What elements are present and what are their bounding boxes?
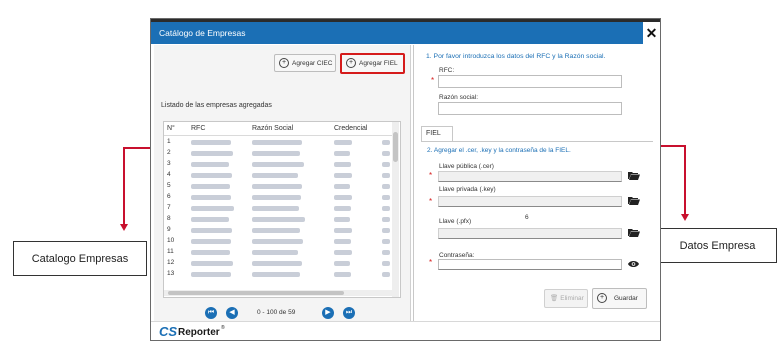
last-page-button[interactable]: ⏭ — [343, 307, 355, 319]
catalogo-empresas-callout: Catalogo Empresas — [13, 241, 147, 276]
guardar-label: Guardar — [614, 295, 638, 302]
right-callout-line-h — [661, 145, 686, 147]
next-page-button[interactable]: ▶ — [322, 307, 334, 319]
eliminar-button[interactable]: 🗑 Eliminar — [544, 289, 588, 308]
llave-publica-input[interactable] — [438, 171, 622, 182]
table-row[interactable]: 4 — [164, 170, 392, 181]
catalogo-empresas-window: Catálogo de Empresas ✕ + Agregar CIEC + Ag… — [150, 18, 661, 341]
table-row[interactable]: 2 — [164, 148, 392, 159]
datos-empresa-panel: 1. Por favor introduzca los datos del RF… — [413, 45, 658, 321]
agregar-ciec-label: Agregar CIEC — [292, 60, 333, 67]
llave-privada-label: Llave privada (.key) — [439, 186, 496, 193]
agregar-ciec-button[interactable]: + Agregar CIEC — [274, 54, 336, 72]
step1-instruction: 1. Por favor introduzca los datos del RF… — [426, 53, 606, 60]
required-asterisk: * — [429, 171, 433, 180]
table-row[interactable]: 5 — [164, 181, 392, 192]
left-callout-line-h — [123, 147, 151, 149]
folder-open-icon[interactable] — [628, 171, 640, 180]
agregar-fiel-label: Agregar FIEL — [359, 60, 398, 67]
contrasena-label: Contraseña: — [439, 252, 475, 259]
eye-icon[interactable] — [628, 260, 639, 268]
agregar-fiel-button[interactable]: + Agregar FIEL — [340, 53, 405, 74]
folder-open-icon[interactable] — [628, 228, 640, 237]
table-row[interactable]: 10 — [164, 236, 392, 247]
col-header-credencial: Credencial — [334, 125, 368, 132]
table-row[interactable]: 12 — [164, 258, 392, 269]
required-asterisk: * — [429, 197, 433, 206]
table-row[interactable]: 6 — [164, 192, 392, 203]
table-row[interactable]: 11 — [164, 247, 392, 258]
trash-icon: 🗑 — [550, 295, 559, 302]
right-callout-arrowhead — [681, 214, 689, 221]
right-callout-line-v — [684, 145, 686, 216]
llave-publica-label: Llave pública (.cer) — [439, 163, 494, 170]
left-callout-arrowhead — [120, 224, 128, 231]
contrasena-input[interactable] — [438, 259, 622, 270]
empresas-table: N° RFC Razón Social Credencial 1 2 3 4 5… — [163, 121, 401, 298]
rfc-input[interactable] — [438, 75, 622, 88]
folder-open-icon[interactable] — [628, 196, 640, 205]
table-row[interactable]: 7 — [164, 203, 392, 214]
table-row[interactable]: 13 — [164, 269, 392, 280]
previous-page-button[interactable]: ◀ — [226, 307, 238, 319]
logo-reporter: Reporter — [178, 327, 220, 338]
list-title: Listado de las empresas agregadas — [161, 102, 272, 109]
rfc-label: RFC: — [439, 67, 455, 74]
guardar-button[interactable]: + Guardar — [592, 288, 647, 309]
plus-circle-icon: + — [279, 58, 289, 69]
tab-fiel-label: FIEL — [426, 130, 441, 137]
plus-circle-icon: + — [597, 293, 607, 304]
table-row[interactable]: 9 — [164, 225, 392, 236]
cs-reporter-logo: CS Reporter ® — [159, 324, 239, 340]
eliminar-label: Eliminar — [560, 295, 584, 302]
window-title: Catálogo de Empresas — [151, 22, 644, 44]
table-header-divider — [164, 135, 392, 136]
step2-instruction: 2. Agregar el .cer, .key y la contraseña… — [427, 147, 571, 154]
razon-social-input[interactable] — [438, 102, 622, 115]
table-scrollbar-thumb[interactable] — [393, 132, 398, 162]
close-button[interactable]: ✕ — [643, 22, 660, 44]
col-header-razon-social: Razón Social — [252, 125, 294, 132]
table-row[interactable]: 3 — [164, 159, 392, 170]
col-header-rfc: RFC — [191, 125, 206, 132]
pfx-number: 6 — [525, 214, 529, 221]
llave-pfx-label: Llave (.pfx) — [439, 218, 472, 225]
llave-pfx-input[interactable] — [438, 228, 622, 239]
razon-social-label: Razón social: — [439, 94, 479, 101]
empresas-list-panel: + Agregar CIEC + Agregar FIEL Listado de l… — [154, 45, 411, 321]
window-footer: CS Reporter ® — [151, 321, 660, 340]
left-callout-line-v — [123, 147, 125, 226]
logo-registered: ® — [221, 325, 225, 331]
logo-cs: CS — [159, 324, 178, 339]
col-header-num: N° — [167, 125, 175, 132]
table-row[interactable]: 8 — [164, 214, 392, 225]
required-asterisk: * — [431, 76, 435, 85]
datos-empresa-callout: Datos Empresa — [658, 228, 777, 263]
required-asterisk: * — [429, 258, 433, 267]
llave-privada-input[interactable] — [438, 196, 622, 207]
table-row[interactable]: 1 — [164, 137, 392, 148]
horizontal-scrollbar-thumb[interactable] — [168, 291, 344, 295]
plus-circle-icon: + — [346, 58, 356, 69]
pager-text: 0 - 100 de 59 — [257, 309, 296, 316]
first-page-button[interactable]: ⏮ — [205, 307, 217, 319]
tab-fiel[interactable]: FIEL — [421, 126, 453, 142]
